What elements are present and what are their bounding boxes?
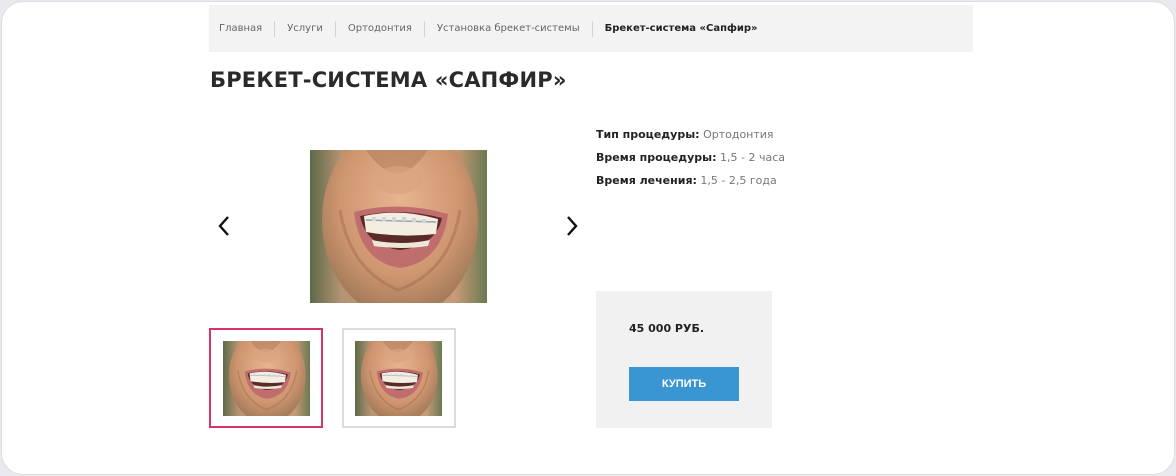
procedure-type-value: Ортодонтия	[703, 128, 774, 141]
gallery-thumbnail-1[interactable]	[209, 328, 323, 428]
page-title: БРЕКЕТ-СИСТЕМА «САПФИР»	[210, 68, 567, 92]
breadcrumb-current: Брекет-система «Сапфир»	[604, 22, 758, 34]
procedure-time-value: 1,5 - 2 часа	[720, 151, 786, 164]
procedure-time-label: Время процедуры:	[596, 151, 717, 164]
breadcrumb-braces-installation[interactable]: Установка брекет-системы	[425, 20, 593, 37]
buy-button[interactable]: КУПИТЬ	[629, 367, 739, 401]
gallery-prev-button[interactable]	[212, 213, 238, 239]
thumbnail-photo	[355, 341, 442, 416]
breadcrumb: Главная Услуги Ортодонтия Установка брек…	[209, 5, 973, 52]
smile-with-braces-photo	[310, 150, 487, 303]
procedure-type-row: Тип процедуры: Ортодонтия	[596, 123, 785, 146]
breadcrumb-home[interactable]: Главная	[219, 20, 276, 37]
thumbnail-photo	[223, 341, 310, 416]
treatment-time-label: Время лечения:	[596, 174, 697, 187]
gallery-next-button[interactable]	[558, 213, 584, 239]
treatment-time-row: Время лечения: 1,5 - 2,5 года	[596, 169, 785, 192]
treatment-time-value: 1,5 - 2,5 года	[700, 174, 777, 187]
breadcrumb-services[interactable]: Услуги	[275, 20, 336, 37]
purchase-box: 45 000 РУБ. КУПИТЬ	[596, 291, 772, 428]
procedure-info: Тип процедуры: Ортодонтия Время процедур…	[596, 123, 785, 192]
main-product-photo	[310, 150, 487, 303]
chevron-right-icon	[567, 216, 578, 236]
price: 45 000 РУБ.	[629, 322, 705, 335]
page-frame: Главная Услуги Ортодонтия Установка брек…	[1, 1, 1175, 475]
breadcrumb-orthodontics[interactable]: Ортодонтия	[336, 20, 425, 37]
procedure-time-row: Время процедуры: 1,5 - 2 часа	[596, 146, 785, 169]
chevron-left-icon	[218, 216, 229, 236]
procedure-type-label: Тип процедуры:	[596, 128, 700, 141]
gallery-thumbnail-2[interactable]	[342, 328, 456, 428]
